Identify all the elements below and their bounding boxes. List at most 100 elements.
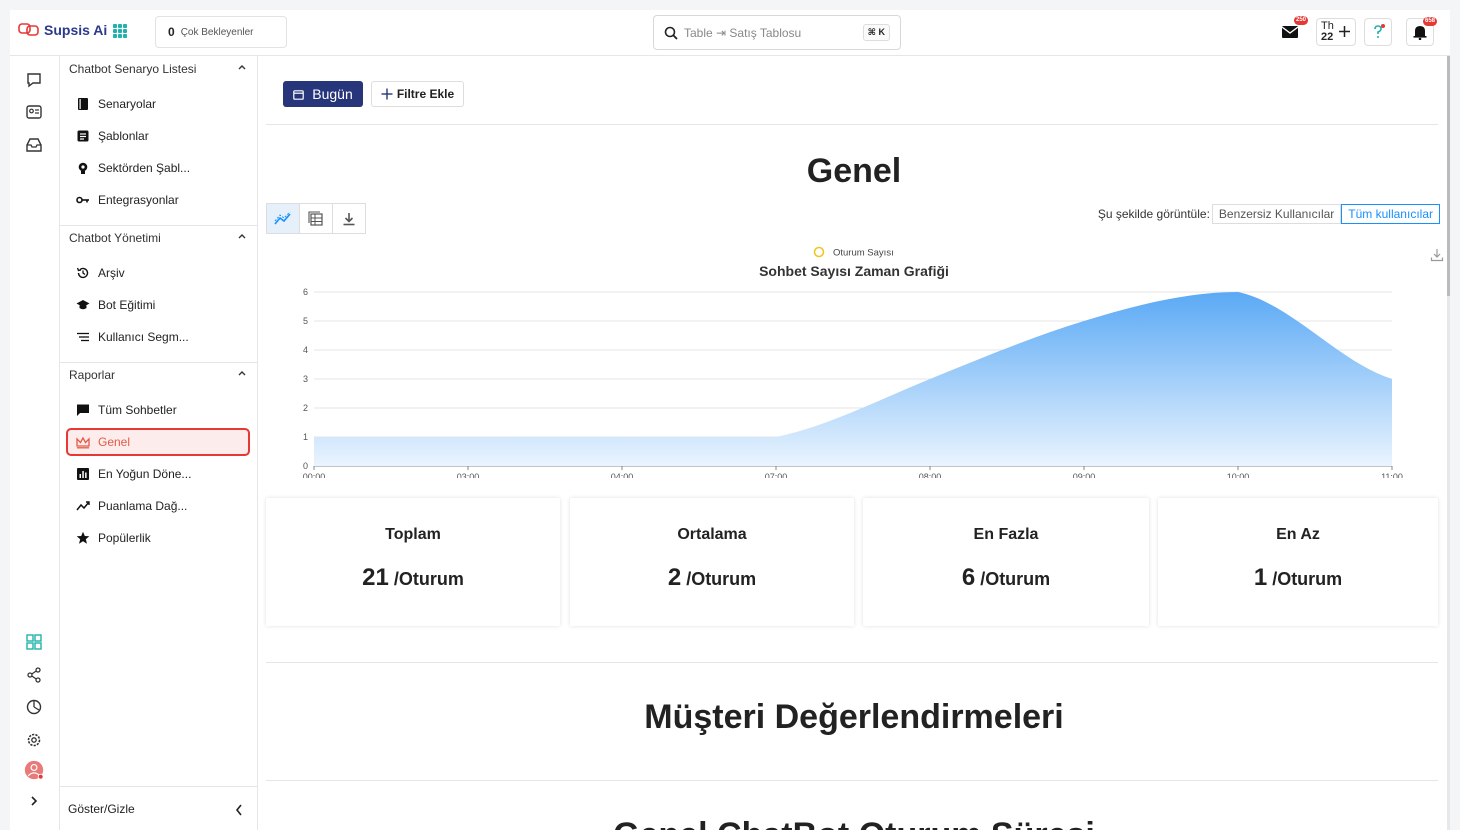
help-icon: [1374, 24, 1385, 38]
show-hide-toggle[interactable]: Göster/Gizle: [60, 786, 257, 830]
pending-label: Çok Bekleyenler: [180, 26, 254, 38]
pie-chart-icon[interactable]: [24, 697, 44, 717]
sidebar-item-scenarios[interactable]: Senaryolar: [68, 91, 248, 117]
x-tick-label: 07:00: [765, 472, 788, 478]
sidebar-item-label: Arşiv: [98, 266, 125, 280]
stat-number: 1: [1253, 564, 1268, 591]
sidebar-item-integrations[interactable]: Entegrasyonlar: [68, 187, 248, 213]
lightbulb-icon: [78, 162, 88, 174]
sidebar-item-label: Bot Eğitimi: [98, 298, 156, 312]
stat-unit: /Oturum: [1272, 569, 1343, 589]
dashboard-icon[interactable]: [24, 632, 44, 652]
history-icon: [76, 267, 89, 279]
add-filter-button[interactable]: Filtre Ekle: [371, 81, 464, 107]
avatar[interactable]: [24, 760, 44, 780]
pending-chats-button[interactable]: 0 Çok Bekleyenler: [155, 16, 287, 48]
chevron-up-icon: [238, 371, 246, 376]
crown-icon: [76, 436, 90, 449]
x-tick-label: 08:00: [919, 472, 942, 478]
help-button[interactable]: [1364, 18, 1392, 46]
share-icon[interactable]: [24, 665, 44, 685]
chat-icon[interactable]: [24, 70, 44, 90]
table-view-button[interactable]: [299, 203, 333, 234]
sidebar-item-archive[interactable]: Arşiv: [68, 260, 248, 286]
sidebar-item-sector-templates[interactable]: Sektörden Şabl...: [68, 155, 248, 181]
x-tick-label: 10:00: [1227, 472, 1250, 478]
x-tick-label: 11:00: [1381, 472, 1403, 478]
sidebar-item-general[interactable]: Genel: [66, 428, 250, 456]
scrollbar[interactable]: [1447, 56, 1450, 830]
top-bar: Supsis Ai 0 Çok Bekleyenler Table ⇥ Satı…: [10, 10, 1450, 56]
global-search[interactable]: Table ⇥ Satış Tablosu ⌘ K: [653, 15, 901, 50]
sidebar-item-templates[interactable]: Şablonlar: [68, 123, 248, 149]
mail-icon: [1281, 26, 1299, 38]
stat-number: 2: [667, 564, 682, 591]
expand-chevron-icon[interactable]: [24, 791, 44, 811]
x-tick-label: 03:00: [457, 472, 480, 478]
bell-icon: [1413, 26, 1427, 40]
section-header-chatbot-management[interactable]: Chatbot Yönetimi: [60, 225, 257, 251]
download-icon: [343, 212, 355, 225]
all-users-option[interactable]: Tüm kullanıcılar: [1341, 204, 1440, 224]
stat-label: Toplam: [385, 526, 441, 543]
download-button[interactable]: [332, 203, 366, 234]
stat-value: 1 /Oturum: [1158, 564, 1438, 592]
main-content: Bugün Filtre Ekle Genel Şu şekilde görün…: [258, 56, 1450, 830]
show-hide-label: Göster/Gizle: [68, 801, 135, 816]
chart-download-icon[interactable]: [1430, 248, 1444, 262]
divider: [266, 780, 1438, 781]
section-title-session-duration: Genel ChatBot Oturum Süresi: [258, 816, 1450, 830]
sidebar-item-label: Puanlama Dağ...: [98, 499, 188, 513]
stat-number: 6: [961, 564, 976, 591]
apps-grid-icon[interactable]: [113, 24, 127, 38]
stat-value: 21 /Oturum: [266, 564, 560, 592]
section-header-reports[interactable]: Raporlar: [60, 362, 257, 388]
contact-card-icon[interactable]: [24, 102, 44, 122]
chevron-up-icon: [238, 65, 246, 70]
unique-users-option[interactable]: Benzersiz Kullanıcılar: [1211, 204, 1342, 224]
app-window: Supsis Ai 0 Çok Bekleyenler Table ⇥ Satı…: [10, 10, 1450, 830]
mail-badge: 250: [1293, 16, 1308, 25]
chevron-up-icon: [238, 234, 246, 239]
table-icon: [308, 210, 323, 226]
notifications-badge: 658: [1422, 17, 1437, 26]
legend-marker: [813, 246, 825, 258]
chart-view-button[interactable]: [266, 203, 300, 234]
trend-icon: [76, 501, 90, 511]
today-button[interactable]: Bugün: [283, 81, 363, 107]
sidebar-item-label: Şablonlar: [98, 129, 149, 143]
y-tick-label: 0: [303, 461, 308, 471]
sidebar-item-bot-training[interactable]: Bot Eğitimi: [68, 292, 248, 318]
stat-value: 6 /Oturum: [863, 564, 1149, 592]
sidebar-item-busiest-periods[interactable]: En Yoğun Döne...: [68, 461, 248, 487]
x-tick-label: 09:00: [1073, 472, 1096, 478]
bar-chart-icon: [77, 468, 89, 480]
y-tick-label: 6: [303, 287, 308, 297]
x-tick-label: 00:00: [303, 472, 326, 478]
sidebar-item-label: Popülerlik: [98, 531, 151, 545]
divider: [266, 662, 1438, 663]
stat-card-max: En Fazla 6 /Oturum: [863, 498, 1149, 626]
search-shortcut: ⌘ K: [862, 24, 890, 41]
brand-logo[interactable]: Supsis Ai: [18, 22, 107, 38]
divider: [266, 124, 1438, 125]
sidebar-item-label: Kullanıcı Segm...: [98, 330, 189, 344]
section-header-scenario-list[interactable]: Chatbot Senaryo Listesi: [60, 56, 257, 82]
sidebar-item-popularity[interactable]: Popülerlik: [68, 525, 248, 551]
date-button[interactable]: Th 22: [1316, 18, 1356, 46]
settings-gear-icon[interactable]: [24, 730, 44, 750]
stat-card-average: Ortalama 2 /Oturum: [570, 498, 854, 626]
mail-button[interactable]: 250: [1276, 16, 1308, 46]
notifications-button[interactable]: 658: [1406, 17, 1437, 46]
add-filter-label: Filtre Ekle: [396, 87, 455, 101]
display-mode-selector: Şu şekilde görüntüle: Benzersiz Kullanıc…: [1098, 204, 1440, 224]
sidebar-item-all-chats[interactable]: Tüm Sohbetler: [68, 397, 248, 423]
sidebar-item-user-segments[interactable]: Kullanıcı Segm...: [68, 324, 248, 350]
display-mode-label: Şu şekilde görüntüle:: [1097, 207, 1210, 221]
sidebar-item-rating-distribution[interactable]: Puanlama Dağ...: [68, 493, 248, 519]
scroll-thumb[interactable]: [1447, 56, 1450, 296]
template-icon: [77, 130, 89, 142]
inbox-icon[interactable]: [24, 135, 44, 155]
calendar-icon: [293, 89, 305, 100]
stat-unit: /Oturum: [393, 569, 464, 589]
